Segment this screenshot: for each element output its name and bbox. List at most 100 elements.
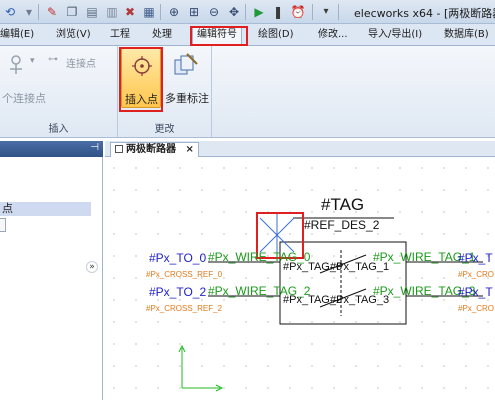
undo-icon[interactable]: ⟲ [2,4,18,20]
grid-dot [245,343,247,345]
tag-text[interactable]: #TAG [321,195,364,214]
close-tab-icon[interactable]: × [185,144,193,155]
px-tag-0-text[interactable]: #Px_TAG_0 [283,261,342,273]
zoom-out-icon[interactable]: ⊖ [206,4,222,20]
grid-dot [245,189,247,191]
multi-annotation-label: 多重标注 [165,92,209,105]
grid-dot [399,343,401,345]
list-item[interactable]: 点 [0,202,91,216]
document-tab-strip: 两极断路器 × [105,141,495,157]
tab-process[interactable]: 处理 [152,27,172,44]
grid-dot [333,321,335,323]
px-to-0-text[interactable]: #Px_TO_0 [149,251,206,265]
paste-icon[interactable]: ▤ [84,4,100,20]
px-t-1-text[interactable]: #Px_T [458,251,493,265]
grid-dot [289,387,291,389]
grid-dot [157,343,159,345]
grid-dot [113,299,115,301]
ribbon-group-label: 更改 [154,124,175,135]
insert-point-button[interactable]: 插入点 [121,48,161,108]
grid-dot [201,299,203,301]
tab-view[interactable]: 浏览(V) [56,27,91,44]
px-tag-2-text[interactable]: #Px_TAG_2 [283,294,342,306]
grid-dot [267,233,269,235]
grid-dot [267,189,269,191]
tab-draw[interactable]: 绘图(D) [258,27,294,44]
grid-dot [289,365,291,367]
play-icon[interactable]: ▶ [251,4,267,20]
grid-dot [157,387,159,389]
grid-dot [311,255,313,257]
grid-dot [355,321,357,323]
dropdown-arrow-icon[interactable]: ▾ [21,4,37,20]
grid-dot [333,343,335,345]
grid-dot [399,365,401,367]
insert-point-label: 插入点 [125,93,158,106]
grid-dot [399,167,401,169]
document-tab[interactable]: 两极断路器 × [110,142,199,157]
grid-dot [201,321,203,323]
grid-dot [465,343,467,345]
grid-dot [245,277,247,279]
properties-icon[interactable]: ▦ [141,4,157,20]
tab-modify[interactable]: 修改... [318,27,348,44]
tab-edit-symbol[interactable]: 编辑符号 [192,26,242,47]
ribbon-group-insert: ▾ ⊶ 连接点 个连接点 插入 [0,46,118,137]
grid-dot [289,321,291,323]
connection-point-small-icon: ⊶ [48,54,58,65]
px-to-2-text[interactable]: #Px_TO_2 [149,285,206,299]
grid-dot [421,167,423,169]
copy-icon[interactable]: ❐ [64,4,80,20]
drawing-canvas[interactable]: #TAG #REF_DES_2 #Px_TO_0 #Px_CROSS_REF_0… [108,158,495,400]
multi-annotation-button[interactable]: 多重标注 [165,48,210,108]
grid-dot [223,277,225,279]
grid-dot [355,277,357,279]
ref-des-text[interactable]: #REF_DES_2 [304,218,380,232]
grid-dot [157,211,159,213]
grid-dot [135,321,137,323]
tab-project[interactable]: 工程 [110,27,130,44]
pencil-icon[interactable]: ✎ [44,4,60,20]
grid-dot [487,299,489,301]
stop-icon[interactable]: ❚ [270,4,286,20]
grid-dot [355,365,357,367]
zoom-window-icon[interactable]: ⊞ [186,4,202,20]
grid-dot [267,277,269,279]
multi-connection-point-button[interactable]: 个连接点 [2,90,46,106]
pan-icon[interactable]: ✥ [226,4,242,20]
cross-3-text[interactable]: #Px_CRO [458,304,494,313]
property-field[interactable] [0,218,6,232]
grid-dot [223,365,225,367]
pin-icon[interactable]: ⊣ [90,142,99,153]
grid-dot [245,211,247,213]
cross-ref-0-text[interactable]: #Px_CROSS_REF_0 [146,270,223,279]
clipboard-icon[interactable]: ▥ [104,4,120,20]
grid-dot [377,189,379,191]
cross-ref-2-text[interactable]: #Px_CROSS_REF_2 [146,304,223,313]
tab-database[interactable]: 数据库(B) [444,27,489,44]
tab-import-export[interactable]: 导入/导出(I) [368,27,422,44]
grid-dot [465,299,467,301]
px-t-3-text[interactable]: #Px_T [458,285,493,299]
grid-dot [377,277,379,279]
grid-dot [179,189,181,191]
connection-point-button[interactable]: 连接点 [66,55,96,70]
grid-dot [421,321,423,323]
grid-dot [135,365,137,367]
insert-point-icon [132,56,152,76]
grid-dot [245,321,247,323]
tab-edit[interactable]: 编辑(E) [0,27,34,44]
grid-dot [113,255,115,257]
zoom-in-icon[interactable]: ⊕ [166,4,182,20]
grid-dot [443,277,445,279]
customize-toolbar-icon[interactable]: ▾ [318,4,334,20]
cross-1-text[interactable]: #Px_CRO [458,270,494,279]
grid-dot [157,321,159,323]
delete-icon[interactable]: ✖ [122,4,138,20]
grid-dot [399,233,401,235]
collapse-icon[interactable]: » [86,261,98,273]
grid-dot [399,211,401,213]
grid-dot [157,189,159,191]
alarm-clock-icon[interactable]: ⏰ [290,4,306,20]
grid-dot [399,387,401,389]
